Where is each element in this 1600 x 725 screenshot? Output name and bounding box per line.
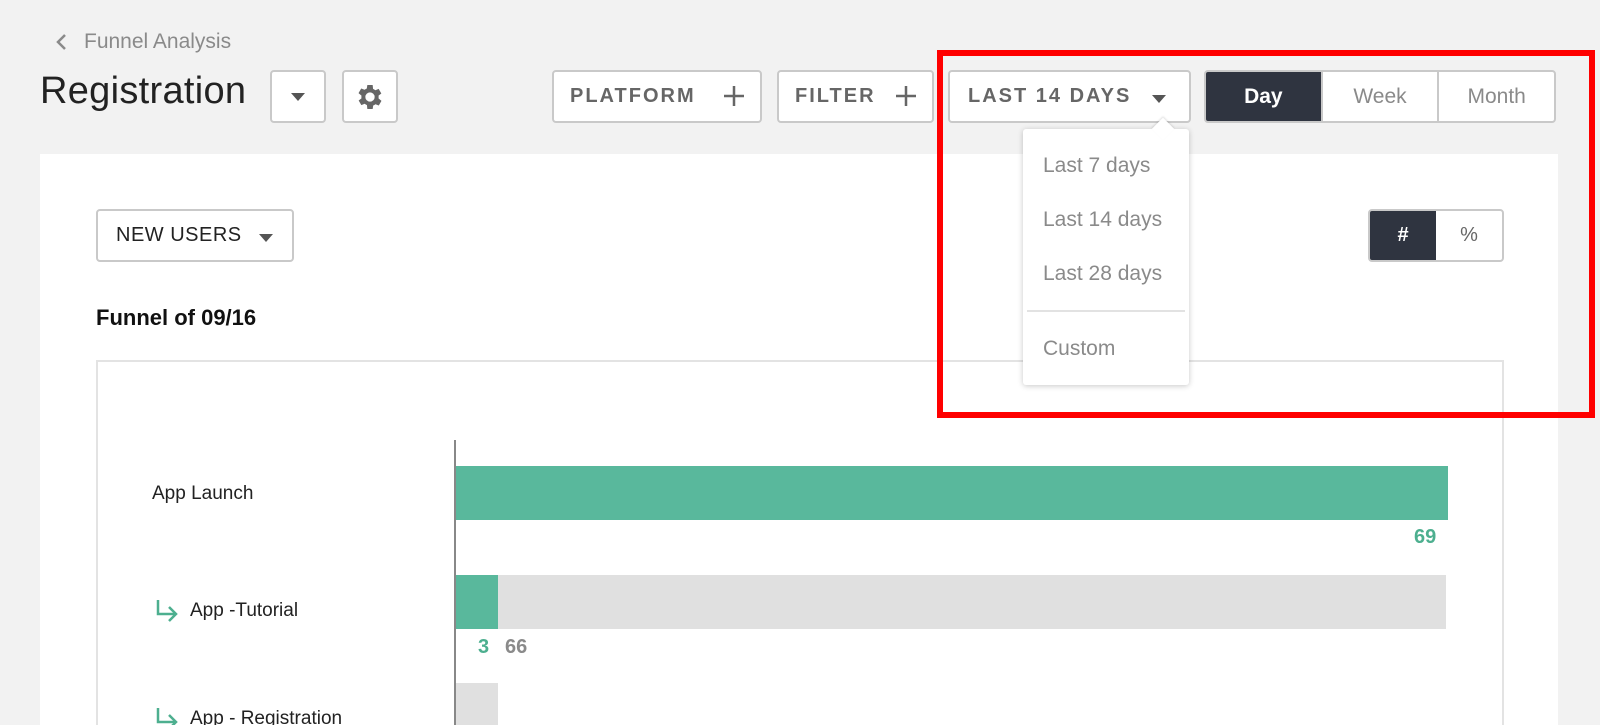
platform-label: PLATFORM [570, 85, 696, 107]
filter-label: FILTER [795, 85, 876, 107]
step-label-app-tutorial: App -Tutorial [154, 598, 298, 624]
step-label-text: App Launch [152, 483, 254, 504]
step-label-app-launch: App Launch [152, 483, 253, 505]
settings-button[interactable] [342, 70, 398, 123]
value-app-tutorial-converted: 3 [478, 636, 490, 658]
gear-icon [358, 84, 382, 109]
chevron-left-icon[interactable] [52, 33, 70, 51]
arrow-turn-right-icon [156, 708, 178, 725]
step-label-text: App -Tutorial [190, 600, 299, 621]
metric-dropdown[interactable]: NEW USERS [96, 209, 294, 262]
funnel-title: Funnel of 09/16 [96, 305, 257, 330]
plus-icon [724, 86, 744, 106]
platform-button[interactable]: PLATFORM [552, 70, 762, 123]
caret-down-icon [259, 234, 273, 242]
step-label-app-registration: App - Registration [154, 706, 342, 725]
metric-label: NEW USERS [116, 224, 242, 246]
page-title: Registration [40, 70, 247, 112]
bar-app-launch-converted [456, 466, 1448, 520]
caret-down-icon [291, 92, 305, 101]
filter-button[interactable]: FILTER [777, 70, 934, 123]
value-app-launch: 69 [1414, 526, 1437, 548]
funnel-select-button[interactable] [270, 70, 326, 123]
value-app-tutorial-dropped: 66 [505, 636, 528, 658]
step-label-text: App - Registration [190, 708, 343, 725]
bar-app-tutorial-dropped [456, 575, 1446, 629]
plus-icon [896, 86, 916, 106]
arrow-turn-right-icon [156, 600, 178, 622]
breadcrumb[interactable]: Funnel Analysis [52, 28, 231, 56]
breadcrumb-label[interactable]: Funnel Analysis [84, 30, 231, 54]
highlight-box [937, 50, 1595, 418]
bar-app-registration-dropped [456, 683, 498, 725]
bar-app-tutorial-converted [456, 575, 498, 629]
